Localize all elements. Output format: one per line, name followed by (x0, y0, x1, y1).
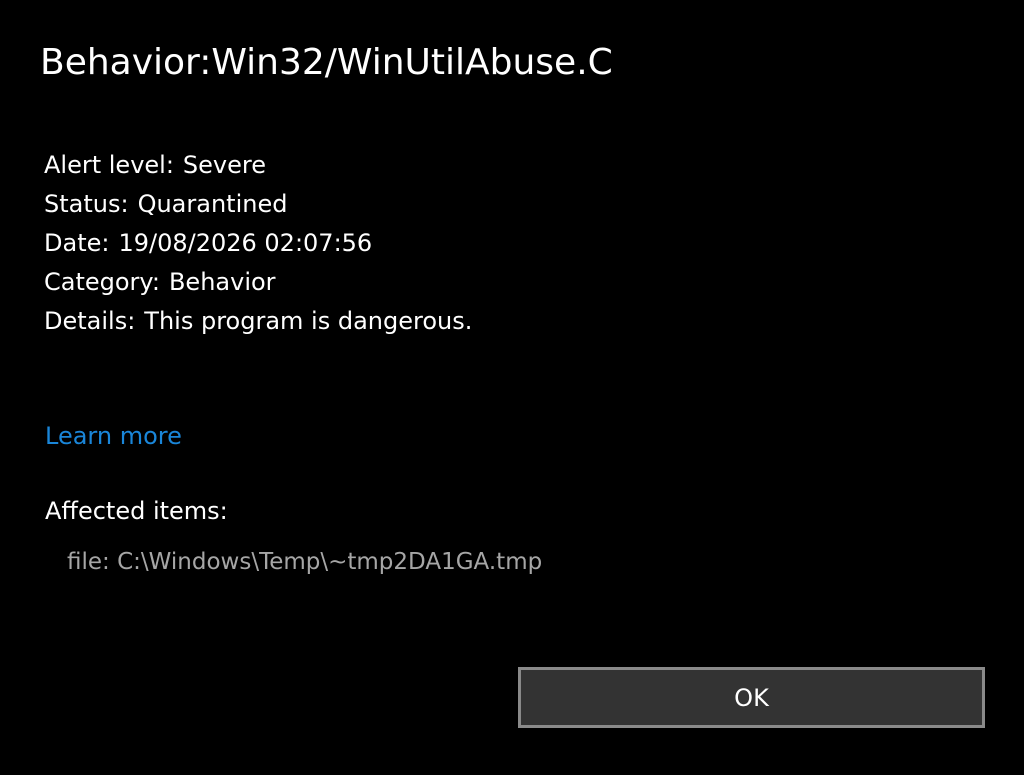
detail-label: Alert level: (44, 151, 174, 179)
detail-value: This program is dangerous. (144, 307, 473, 335)
threat-details-dialog: Behavior:Win32/WinUtilAbuse.C Alert leve… (0, 0, 1024, 775)
detail-label: Details: (44, 307, 136, 335)
learn-more-link[interactable]: Learn more (45, 418, 182, 454)
detail-label: Date: (44, 229, 110, 257)
detail-description: Details: This program is dangerous. (44, 302, 472, 341)
detail-status: Status: Quarantined (44, 185, 472, 224)
threat-name-title: Behavior:Win32/WinUtilAbuse.C (40, 42, 613, 83)
detail-value: Quarantined (137, 190, 288, 218)
detail-label: Status: (44, 190, 129, 218)
ok-button[interactable]: OK (518, 667, 985, 728)
detail-label: Category: (44, 268, 160, 296)
detail-category: Category: Behavior (44, 263, 472, 302)
affected-items-list: file: C:\Windows\Temp\~tmp2DA1GA.tmp (67, 545, 542, 579)
detail-value: 19/08/2026 02:07:56 (118, 229, 373, 257)
threat-details-list: Alert level: Severe Status: Quarantined Da… (44, 146, 472, 341)
affected-item: file: C:\Windows\Temp\~tmp2DA1GA.tmp (67, 549, 543, 575)
detail-value: Severe (182, 151, 266, 179)
detail-alert-level: Alert level: Severe (44, 146, 472, 185)
affected-items-heading: Affected items: (45, 497, 228, 525)
detail-value: Behavior (168, 268, 276, 296)
detail-date: Date: 19/08/2026 02:07:56 (44, 224, 472, 263)
